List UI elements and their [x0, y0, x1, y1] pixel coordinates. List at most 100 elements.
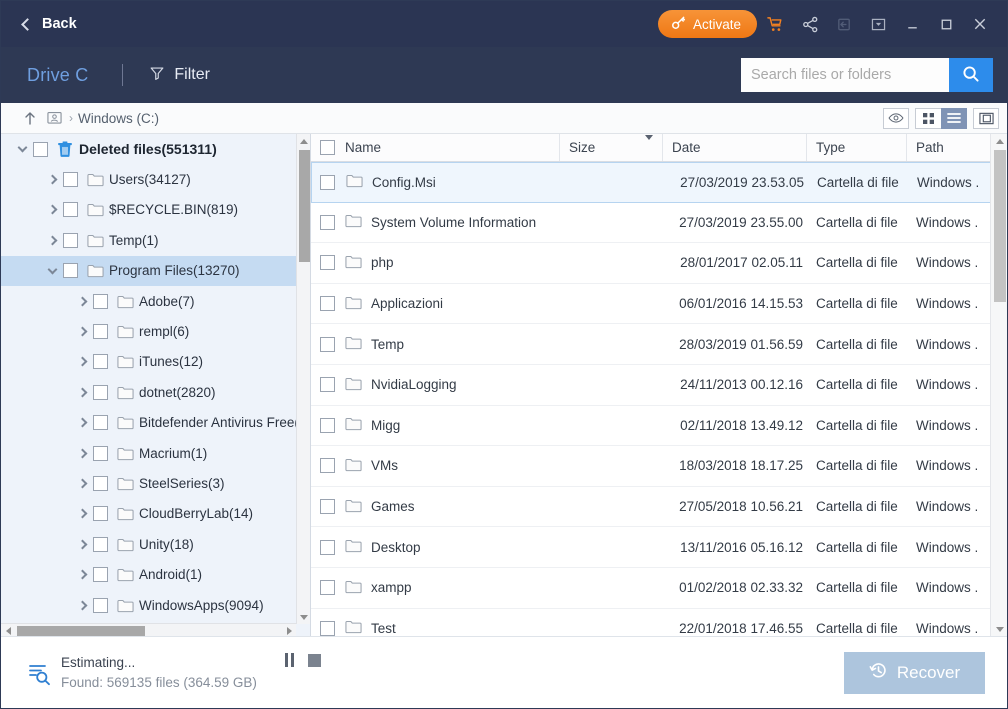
table-row[interactable]: Migg 02/11/2018 13.49.12 Cartella di file W…	[311, 406, 1007, 447]
cart-icon[interactable]	[757, 7, 793, 41]
tree-item[interactable]: iTunes(12)	[1, 347, 296, 377]
table-row[interactable]: Applicazioni 06/01/2016 14.15.53 Cartella …	[311, 284, 1007, 325]
tree-item-checkbox[interactable]	[93, 324, 108, 340]
tree-item[interactable]: Unity(18)	[1, 529, 296, 559]
table-row[interactable]: Desktop 13/11/2016 05.16.12 Cartella di fi…	[311, 527, 1007, 568]
drive-tab[interactable]: Drive C	[27, 65, 88, 86]
preview-eye-icon[interactable]	[883, 107, 909, 129]
filelist-scroll-up-arrow-icon[interactable]	[991, 134, 1007, 148]
tree-item-checkbox[interactable]	[93, 384, 108, 400]
row-checkbox-cell[interactable]	[311, 539, 341, 555]
select-all-checkbox[interactable]	[320, 140, 335, 155]
activate-button[interactable]: Activate	[657, 10, 757, 38]
stop-button[interactable]	[307, 653, 321, 667]
computer-icon[interactable]	[41, 111, 67, 126]
row-checkbox-cell[interactable]	[312, 174, 342, 190]
tree-item[interactable]: Macrium(1)	[1, 438, 296, 468]
chevron-down-icon[interactable]	[645, 135, 653, 155]
tree-item[interactable]: $RECYCLE.BIN(819)	[1, 195, 296, 225]
detail-pane-icon[interactable]	[973, 107, 999, 129]
chevron-right-icon[interactable]	[71, 569, 93, 580]
scroll-down-arrow-icon[interactable]	[297, 610, 310, 624]
row-checkbox-cell[interactable]	[311, 296, 341, 312]
row-checkbox-cell[interactable]	[311, 336, 341, 352]
chevron-right-icon[interactable]	[71, 326, 93, 337]
select-all-header[interactable]	[311, 134, 341, 161]
tree-item-checkbox[interactable]	[33, 141, 48, 157]
chevron-right-icon[interactable]	[41, 205, 63, 215]
tree-item[interactable]: Deleted files(551311)	[1, 134, 296, 164]
row-checkbox[interactable]	[320, 458, 335, 474]
tree-item-checkbox[interactable]	[93, 445, 108, 461]
chevron-right-icon[interactable]	[71, 600, 93, 610]
row-checkbox-cell[interactable]	[311, 620, 341, 636]
tree-item-checkbox[interactable]	[93, 354, 108, 370]
filelist-scroll-down-arrow-icon[interactable]	[991, 622, 1007, 636]
column-header-type[interactable]: Type	[807, 134, 907, 161]
maximize-button[interactable]	[929, 7, 963, 41]
close-button[interactable]	[963, 7, 997, 41]
table-row[interactable]: System Volume Information 27/03/2019 23.5…	[311, 203, 1007, 244]
sidebar-hscroll-thumb[interactable]	[17, 626, 145, 636]
column-header-size[interactable]: Size	[560, 134, 663, 161]
tree-item[interactable]: Program Files(13270)	[1, 255, 296, 286]
tree-item-checkbox[interactable]	[93, 415, 108, 431]
table-row[interactable]: NvidiaLogging 24/11/2013 00.12.16 Cartella…	[311, 365, 1007, 406]
tree-item-checkbox[interactable]	[63, 232, 78, 248]
chevron-right-icon[interactable]	[71, 387, 93, 398]
dropdown-icon[interactable]	[861, 7, 895, 41]
pause-button[interactable]	[284, 653, 294, 667]
chevron-right-icon[interactable]	[71, 296, 93, 307]
sidebar-horizontal-scrollbar[interactable]	[1, 623, 296, 636]
filelist-vertical-scrollbar[interactable]	[990, 134, 1007, 636]
table-row[interactable]: VMs 18/03/2018 18.17.25 Cartella di file Wi…	[311, 446, 1007, 487]
breadcrumb-location[interactable]: Windows (C:)	[78, 111, 159, 126]
feedback-icon[interactable]	[827, 7, 861, 41]
tree-item-checkbox[interactable]	[93, 536, 108, 552]
row-checkbox[interactable]	[320, 620, 335, 636]
tree-item[interactable]: Adobe(7)	[1, 286, 296, 316]
tree-item-checkbox[interactable]	[93, 567, 108, 583]
chevron-right-icon[interactable]	[71, 448, 93, 459]
table-row[interactable]: Config.Msi 27/03/2019 23.53.05 Cartella di…	[311, 162, 1007, 203]
column-header-date[interactable]: Date	[663, 134, 807, 161]
chevron-right-icon[interactable]	[71, 539, 93, 550]
row-checkbox-cell[interactable]	[311, 377, 341, 393]
row-checkbox-cell[interactable]	[311, 580, 341, 596]
up-arrow-icon[interactable]	[19, 111, 41, 126]
list-view-icon[interactable]	[941, 107, 967, 129]
row-checkbox[interactable]	[320, 255, 335, 271]
chevron-right-icon[interactable]	[41, 235, 63, 246]
table-row[interactable]: Temp 28/03/2019 01.56.59 Cartella di file W…	[311, 324, 1007, 365]
scroll-left-arrow-icon[interactable]	[1, 624, 15, 636]
row-checkbox-cell[interactable]	[311, 255, 341, 271]
search-input[interactable]	[741, 58, 949, 92]
filter-button[interactable]: Filter	[149, 65, 210, 86]
row-checkbox[interactable]	[320, 499, 335, 515]
tree-item[interactable]: CloudBerryLab(14)	[1, 499, 296, 529]
tree-item[interactable]: Bitdefender Antivirus Free(	[1, 408, 296, 438]
table-row[interactable]: xampp 01/02/2018 02.33.32 Cartella di file…	[311, 568, 1007, 609]
grid-view-icon[interactable]	[915, 107, 941, 129]
chevron-right-icon[interactable]	[71, 478, 93, 489]
row-checkbox-cell[interactable]	[311, 458, 341, 474]
recover-button[interactable]: Recover	[844, 651, 985, 694]
tree-item-checkbox[interactable]	[93, 475, 108, 491]
chevron-down-icon[interactable]	[11, 142, 33, 153]
back-button[interactable]: Back	[15, 12, 83, 36]
tree-item-checkbox[interactable]	[63, 263, 78, 279]
chevron-down-icon[interactable]	[41, 264, 63, 275]
row-checkbox[interactable]	[320, 336, 335, 352]
tree-item-checkbox[interactable]	[93, 506, 108, 522]
tree-item[interactable]: rempl(6)	[1, 316, 296, 346]
table-row[interactable]: Games 27/05/2018 10.56.21 Cartella di file…	[311, 487, 1007, 528]
chevron-right-icon[interactable]	[71, 417, 93, 428]
tree-item[interactable]: WindowsApps(9094)	[1, 590, 296, 620]
tree-item-checkbox[interactable]	[63, 172, 78, 188]
table-row[interactable]: php 28/01/2017 02.05.11 Cartella di file Wi…	[311, 243, 1007, 284]
filelist-scroll-thumb[interactable]	[994, 150, 1006, 302]
tree-item-checkbox[interactable]	[93, 597, 108, 613]
row-checkbox-cell[interactable]	[311, 499, 341, 515]
row-checkbox[interactable]	[320, 417, 335, 433]
tree-item[interactable]: Users(34127)	[1, 164, 296, 194]
